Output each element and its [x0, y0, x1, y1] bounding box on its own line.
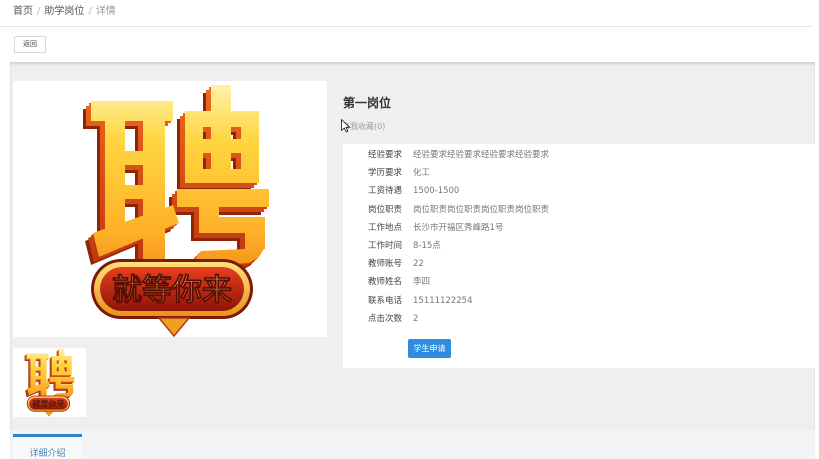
info-value: 1500-1500: [413, 186, 460, 197]
info-label: 工资待遇: [367, 186, 402, 197]
info-label: 岗位职责: [367, 204, 402, 215]
poster-image: 就等你来: [13, 81, 327, 337]
hiring-poster-art: 就等你来: [83, 85, 269, 337]
info-value: 化工: [413, 168, 431, 179]
job-info-panel: 经验要求 经验要求经验要求经验要求经验要求 学历要求 化工 工资待遇 1500-150…: [343, 144, 815, 368]
info-value: 长沙市开福区秀峰路1号: [413, 222, 504, 233]
info-value: 2: [413, 313, 419, 324]
info-label: 点击次数: [367, 313, 402, 324]
info-label: 学历要求: [367, 168, 402, 179]
pin-character-glyph: [83, 85, 269, 275]
breadcrumb: 首页 / 助学岗位 / 详情: [13, 4, 116, 20]
info-row: 点击次数 2: [343, 310, 815, 328]
info-label: 联系电话: [367, 295, 402, 306]
info-label: 工作时间: [367, 240, 402, 251]
info-value: 岗位职责岗位职责岗位职责岗位职责: [413, 204, 550, 215]
info-value: 15111122254: [413, 295, 473, 306]
tab-detail-intro[interactable]: 详细介绍: [13, 434, 82, 459]
info-value: 22: [413, 259, 424, 270]
back-button[interactable]: 返回: [14, 36, 46, 53]
info-row: 教师姓名 李四: [343, 273, 815, 291]
job-title: 第一岗位: [343, 96, 392, 110]
tab-label: 详细介绍: [29, 449, 66, 459]
badge-pointer: [157, 317, 191, 337]
job-detail-section: 就等你来 第一岗位 点我收藏(0) 经验要求 经验要求经验要求经验要求经验要求 学…: [10, 62, 815, 459]
mouse-cursor-icon: [341, 119, 351, 133]
breadcrumb-home[interactable]: 首页: [13, 6, 33, 17]
info-label: 经验要求: [367, 150, 402, 160]
breadcrumb-separator: /: [37, 6, 41, 17]
info-row: 工作地点 长沙市开福区秀峰路1号: [343, 219, 815, 237]
poster-thumbnail-art: [13, 348, 86, 417]
info-value: 李四: [413, 277, 431, 288]
info-row: 教师账号 22: [343, 255, 815, 273]
info-label: 教师账号: [367, 259, 402, 270]
info-row: 联系电话 15111122254: [343, 292, 815, 310]
detail-tabs: 详细介绍: [10, 430, 815, 459]
info-value: 经验要求经验要求经验要求经验要求: [413, 150, 550, 160]
breadcrumb-separator: /: [88, 6, 92, 17]
apply-button[interactable]: 学生申请: [408, 339, 451, 358]
info-row: 岗位职责 岗位职责岗位职责岗位职责岗位职责: [343, 201, 815, 219]
poster-thumbnail[interactable]: [13, 348, 86, 417]
info-value: 8-15点: [413, 240, 441, 251]
poster-artwork: 就等你来: [83, 85, 269, 337]
info-row: 工资待遇 1500-1500: [343, 182, 815, 200]
info-row: 工作时间 8-15点: [343, 237, 815, 255]
header-divider: [0, 26, 812, 27]
slogan-badge: 就等你来: [91, 259, 253, 337]
slogan-text: 就等你来: [112, 273, 232, 308]
breadcrumb-section[interactable]: 助学岗位: [44, 6, 84, 17]
info-row: 经验要求 经验要求经验要求经验要求经验要求: [343, 146, 815, 164]
info-label: 工作地点: [367, 222, 402, 233]
breadcrumb-current: 详情: [95, 6, 116, 17]
info-label: 教师姓名: [367, 277, 402, 288]
info-row: 学历要求 化工: [343, 164, 815, 182]
